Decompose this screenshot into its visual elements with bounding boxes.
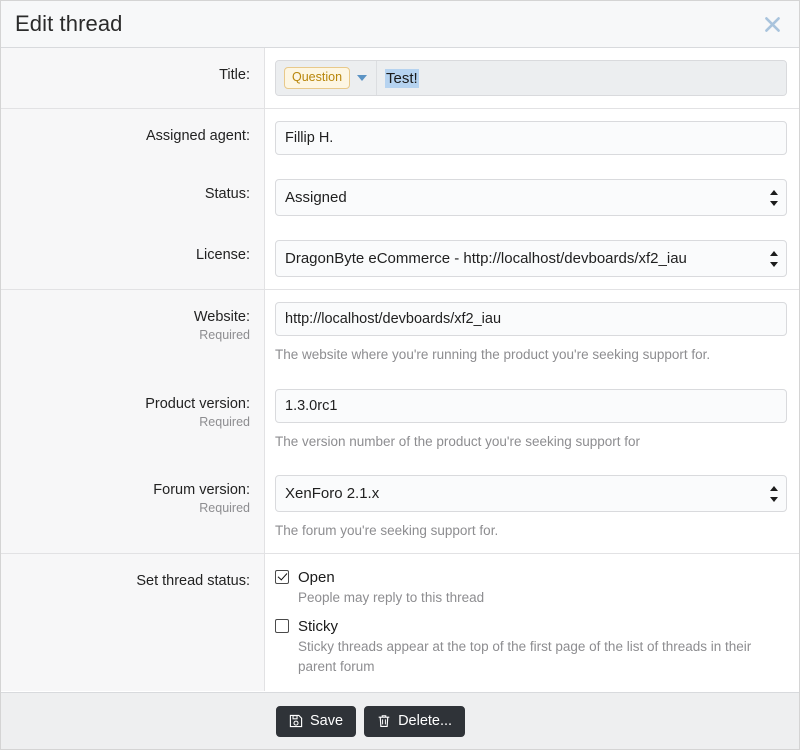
list-item: Open People may reply to this thread <box>275 569 787 608</box>
checkbox-sticky-desc: Sticky threads appear at the top of the … <box>298 638 752 675</box>
title-input-group: Question Test! <box>275 60 787 96</box>
prefix-selector[interactable]: Question <box>276 61 378 95</box>
status-select[interactable]: Assigned <box>275 179 787 216</box>
label-product-version-text: Product version: <box>145 395 250 412</box>
delete-button[interactable]: Delete... <box>364 705 466 737</box>
thread-status-checkbox-list: Open People may reply to this thread Sti… <box>275 566 787 678</box>
field-status: Assigned <box>265 167 799 228</box>
form-row-assigned-agent: Assigned agent: Fillip H. <box>1 109 799 167</box>
select-spinner-icon <box>769 485 778 502</box>
label-product-version: Product version: Required <box>1 376 265 464</box>
prefix-chip: Question <box>284 67 351 89</box>
label-website-text: Website: <box>193 309 250 325</box>
checkbox-sticky-box[interactable] <box>275 619 289 634</box>
title-input-value: Test! <box>385 68 419 88</box>
dialog-body: Title: Question Test! Assigned agent: Fi… <box>1 48 799 692</box>
select-spinner-icon <box>769 189 778 206</box>
checkbox-sticky-label: Sticky <box>298 617 339 635</box>
trash-can-icon <box>377 714 391 728</box>
checkbox-open[interactable]: Open <box>275 569 787 586</box>
label-assigned-agent: Assigned agent: <box>1 109 265 167</box>
form-row-product-version: Product version: Required 1.3.0rc1 The v… <box>1 376 799 464</box>
label-website: Website: Required <box>1 290 265 377</box>
edit-thread-form: Title: Question Test! Assigned agent: Fi… <box>1 48 799 692</box>
field-website: http://localhost/devboards/xf2_iau The w… <box>265 290 799 377</box>
list-item: Sticky Sticky threads appear at the top … <box>275 618 787 678</box>
dialog-header: Edit thread <box>1 1 799 48</box>
label-website-required: Required <box>199 328 250 343</box>
label-status: Status: <box>1 167 265 228</box>
delete-button-label: Delete... <box>398 713 453 729</box>
license-select-value: DragonByte eCommerce - http://localhost/… <box>285 250 687 267</box>
label-title-text: Title: <box>219 67 250 83</box>
label-forum-version: Forum version: Required <box>1 463 265 554</box>
dialog-footer: Save Delete... <box>1 692 799 749</box>
form-row-thread-status: Set thread status: Open People may reply… <box>1 553 799 692</box>
label-thread-status: Set thread status: <box>1 553 265 692</box>
form-row-title: Title: Question Test! <box>1 48 799 109</box>
field-forum-version: XenForo 2.1.x The forum you're seeking s… <box>265 463 799 554</box>
label-forum-version-required: Required <box>199 501 250 516</box>
title-input[interactable]: Test! <box>377 61 786 95</box>
checkbox-open-desc: People may reply to this thread <box>298 589 485 605</box>
field-product-version: 1.3.0rc1 The version number of the produ… <box>265 376 799 464</box>
form-row-website: Website: Required http://localhost/devbo… <box>1 290 799 377</box>
chevron-down-icon <box>357 75 368 81</box>
assigned-agent-input[interactable]: Fillip H. <box>275 121 787 155</box>
save-button-label: Save <box>310 713 344 729</box>
page-title: Edit thread <box>15 11 123 36</box>
forum-version-select[interactable]: XenForo 2.1.x <box>275 475 787 513</box>
field-thread-status: Open People may reply to this thread Sti… <box>265 553 799 692</box>
field-license: DragonByte eCommerce - http://localhost/… <box>265 228 799 290</box>
website-hint: The website where you're running the pro… <box>275 347 711 362</box>
checkbox-open-label: Open <box>298 568 335 586</box>
field-assigned-agent: Fillip H. <box>265 109 799 167</box>
product-version-hint: The version number of the product you're… <box>275 433 641 449</box>
label-status-text: Status: <box>204 186 250 202</box>
select-spinner-icon <box>769 250 778 267</box>
label-license: License: <box>1 228 265 290</box>
checkbox-sticky[interactable]: Sticky <box>275 618 787 635</box>
status-select-value: Assigned <box>285 189 347 206</box>
label-license-text: License: <box>195 247 250 263</box>
label-assigned-agent-text: Assigned agent: <box>146 128 250 144</box>
product-version-input[interactable]: 1.3.0rc1 <box>275 388 787 423</box>
label-forum-version-text: Forum version: <box>153 482 250 499</box>
forum-version-select-value: XenForo 2.1.x <box>285 485 380 503</box>
floppy-disk-icon <box>289 714 303 728</box>
forum-version-hint: The forum you're seeking support for. <box>275 523 499 539</box>
close-icon[interactable] <box>757 9 787 39</box>
form-row-status: Status: Assigned <box>1 167 799 228</box>
label-thread-status-text: Set thread status: <box>136 572 250 589</box>
website-input[interactable]: http://localhost/devboards/xf2_iau <box>275 302 787 336</box>
label-product-version-required: Required <box>199 414 250 429</box>
edit-thread-dialog: Edit thread Title: Question Test! Assign… <box>0 0 800 750</box>
field-title: Question Test! <box>265 48 799 109</box>
label-title: Title: <box>1 48 265 109</box>
checkbox-open-box[interactable] <box>275 570 289 585</box>
license-select[interactable]: DragonByte eCommerce - http://localhost/… <box>275 240 787 277</box>
form-row-license: License: DragonByte eCommerce - http://l… <box>1 228 799 290</box>
form-row-forum-version: Forum version: Required XenForo 2.1.x Th… <box>1 463 799 554</box>
save-button[interactable]: Save <box>276 705 357 737</box>
